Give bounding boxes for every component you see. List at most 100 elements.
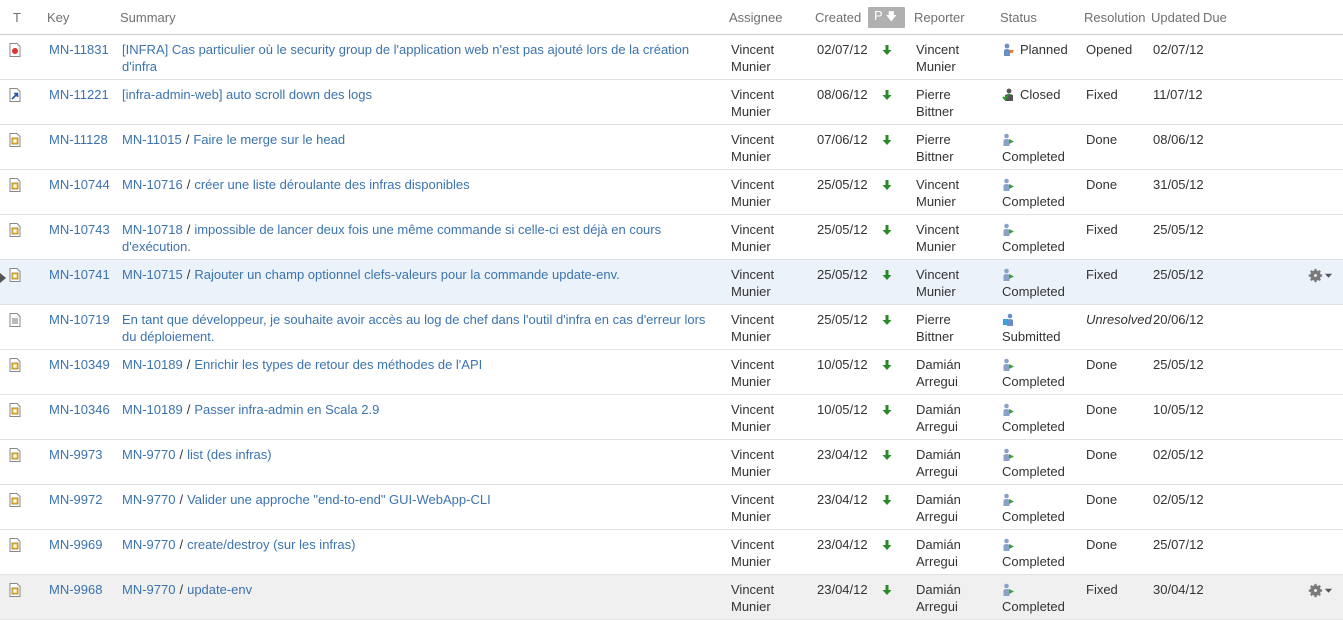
col-key-header[interactable]: Key (43, 0, 116, 35)
parent-issue-link[interactable]: MN-10718 (122, 222, 183, 237)
issue-summary-link[interactable]: update-env (187, 582, 252, 597)
col-updated-header[interactable]: Updated (1147, 0, 1200, 35)
col-priority-header[interactable]: P 🡇 (868, 0, 910, 35)
issue-key-link[interactable]: MN-10741 (49, 267, 110, 282)
subtask-icon (9, 133, 21, 147)
resolution: Done (1086, 132, 1118, 147)
completed-icon (1002, 268, 1016, 282)
issue-summary-link[interactable]: Faire le merge sur le head (193, 132, 345, 147)
issue-row[interactable]: MN-10349 MN-10189/Enrichir les types de … (0, 349, 1343, 395)
issue-key-link[interactable]: MN-9969 (49, 537, 102, 552)
issue-key-link[interactable]: MN-10349 (49, 357, 110, 372)
resolution: Done (1086, 447, 1118, 462)
issue-summary-link[interactable]: En tant que développeur, je souhaite avo… (122, 312, 705, 344)
parent-issue-link[interactable]: MN-9770 (122, 582, 175, 597)
status-label: Completed (1002, 238, 1065, 254)
reporter: Damián Arregui (916, 447, 961, 479)
issue-key-link[interactable]: MN-9973 (49, 447, 102, 462)
col-status-header[interactable]: Status (996, 0, 1080, 35)
issue-summary-link[interactable]: créer une liste déroulante des infras di… (194, 177, 469, 192)
issue-row[interactable]: MN-10743 MN-10718/impossible de lancer d… (0, 214, 1343, 260)
priority-minor-icon (874, 585, 904, 595)
reporter: Pierre Bittner (916, 87, 954, 119)
col-assignee-header[interactable]: Assignee (725, 0, 811, 35)
col-summary-header[interactable]: Summary (116, 0, 725, 35)
subtask-icon (9, 448, 21, 462)
assignee: Vincent Munier (731, 357, 775, 389)
col-reporter-header[interactable]: Reporter (910, 0, 996, 35)
priority-minor-icon (874, 360, 904, 370)
issue-key-link[interactable]: MN-10743 (49, 222, 110, 237)
issue-row[interactable]: MN-9968 MN-9770 /update-env Vincent Munie… (0, 574, 1343, 620)
parent-issue-link[interactable]: MN-9770 (122, 447, 175, 462)
col-resolution-header[interactable]: Resolution (1080, 0, 1147, 35)
issue-row[interactable]: MN-11831 [INFRA] Cas particulier où le s… (0, 34, 1343, 80)
issue-key-link[interactable]: MN-11128 (49, 132, 108, 147)
assignee: Vincent Munier (731, 402, 775, 434)
parent-issue-link[interactable]: MN-9770 (122, 492, 175, 507)
issue-key-link[interactable]: MN-10744 (49, 177, 110, 192)
focus-marker-icon (0, 273, 6, 283)
issue-summary-link[interactable]: Passer infra-admin en Scala 2.9 (194, 402, 379, 417)
parent-issue-link[interactable]: MN-11015 (122, 132, 182, 147)
subtask-icon (9, 493, 21, 507)
issue-row[interactable]: MN-9972 MN-9770 /Valider une approche "en… (0, 484, 1343, 530)
status-label: Completed (1002, 193, 1065, 209)
issue-row[interactable]: MN-10719 En tant que développeur, je sou… (0, 304, 1343, 350)
created-date: 08/06/12 (817, 87, 868, 102)
parent-issue-link[interactable]: MN-9770 (122, 537, 175, 552)
separator: / (179, 492, 184, 507)
completed-icon (1002, 358, 1016, 372)
created-date: 10/05/12 (817, 357, 868, 372)
created-date: 25/05/12 (817, 177, 868, 192)
parent-issue-link[interactable]: MN-10189 (122, 357, 183, 372)
col-type-header[interactable]: T (0, 0, 43, 35)
issue-row[interactable]: MN-10741 MN-10715/Rajouter un champ opti… (0, 259, 1343, 305)
issue-row[interactable]: MN-9973 MN-9770 /list (des infras) Vincen… (0, 439, 1343, 485)
reporter: Vincent Munier (916, 267, 960, 299)
issue-summary-link[interactable]: Valider une approche "end-to-end" GUI-We… (187, 492, 491, 507)
issue-key-link[interactable]: MN-9968 (49, 582, 102, 597)
assignee: Vincent Munier (731, 42, 775, 74)
issue-summary-link[interactable]: Enrichir les types de retour des méthode… (194, 357, 482, 372)
reporter: Damián Arregui (916, 357, 961, 389)
issue-key-link[interactable]: MN-10346 (49, 402, 110, 417)
parent-issue-link[interactable]: MN-10189 (122, 402, 183, 417)
issue-key-link[interactable]: MN-10719 (49, 312, 110, 327)
completed-icon (1002, 538, 1016, 552)
issue-row[interactable]: MN-11128 MN-11015/Faire le merge sur le … (0, 124, 1343, 170)
issue-key-link[interactable]: MN-11221 (49, 87, 109, 102)
status-label: Submitted (1002, 328, 1061, 344)
issue-summary-link[interactable]: list (des infras) (187, 447, 272, 462)
subtask-icon (9, 178, 21, 192)
parent-issue-link[interactable]: MN-10715 (122, 267, 183, 282)
issue-key-link[interactable]: MN-11831 (49, 42, 109, 57)
separator: / (179, 582, 184, 597)
assignee: Vincent Munier (731, 132, 775, 164)
assignee: Vincent Munier (731, 267, 775, 299)
priority-minor-icon (874, 135, 904, 145)
gear-menu-icon[interactable] (1307, 582, 1333, 599)
issue-row[interactable]: MN-10346 MN-10189/Passer infra-admin en … (0, 394, 1343, 440)
updated-date: 31/05/12 (1153, 177, 1204, 192)
issue-row[interactable]: MN-9969 MN-9770 /create/destroy (sur les … (0, 529, 1343, 575)
issue-summary-link[interactable]: [INFRA] Cas particulier où le security g… (122, 42, 689, 74)
priority-minor-icon (874, 45, 904, 55)
gear-menu-icon[interactable] (1307, 267, 1333, 284)
col-created-header[interactable]: Created (811, 0, 868, 35)
issue-summary-link[interactable]: impossible de lancer deux fois une même … (122, 222, 661, 254)
issue-summary-link[interactable]: Rajouter un champ optionnel clefs-valeur… (194, 267, 619, 282)
issue-key-link[interactable]: MN-9972 (49, 492, 102, 507)
reporter: Pierre Bittner (916, 312, 954, 344)
created-date: 25/05/12 (817, 267, 868, 282)
subtask-icon (9, 223, 21, 237)
parent-issue-link[interactable]: MN-10716 (122, 177, 183, 192)
issue-row[interactable]: MN-10744 MN-10716/créer une liste déroul… (0, 169, 1343, 215)
resolution: Done (1086, 537, 1118, 552)
status-label: Completed (1002, 553, 1065, 569)
issue-summary-link[interactable]: [infra-admin-web] auto scroll down des l… (122, 87, 372, 102)
col-due-header[interactable]: Due (1199, 0, 1343, 35)
issue-row[interactable]: MN-11221 [infra-admin-web] auto scroll d… (0, 79, 1343, 125)
issue-summary-link[interactable]: create/destroy (sur les infras) (187, 537, 355, 552)
status-label: Completed (1002, 508, 1065, 524)
